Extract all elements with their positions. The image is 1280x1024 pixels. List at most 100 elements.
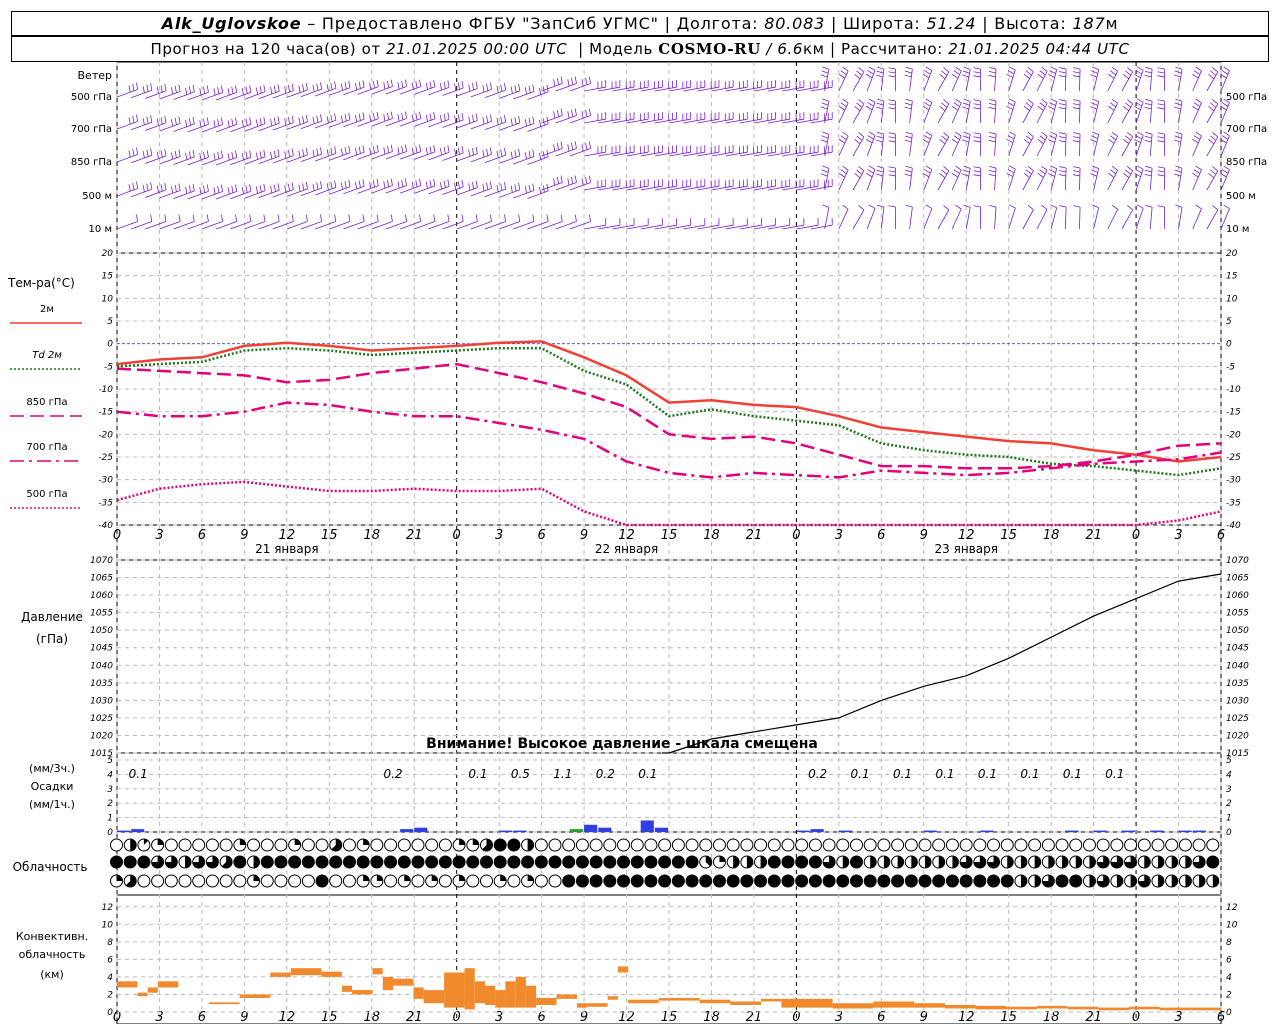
wind-barb-feather: [989, 67, 997, 70]
cloud-cover-symbol: [850, 855, 863, 869]
wind-barb: [173, 214, 195, 230]
conv-cloud-bar: [617, 966, 629, 973]
cloud-fill: [239, 839, 246, 845]
conv-cloud-bar: [239, 994, 271, 998]
cloud-fill: [363, 875, 370, 881]
wind-barb-feather: [973, 103, 981, 106]
wind-barb: [1006, 66, 1016, 92]
wind-barb-feather: [1023, 73, 1030, 79]
conv-cloud-bar: [209, 1002, 240, 1005]
cloud-fill: [549, 856, 562, 868]
wind-barb-feather: [192, 85, 195, 93]
wind-barb: [343, 112, 365, 128]
wind-barb-feather: [164, 214, 167, 222]
wind-barb-feather: [1059, 205, 1067, 208]
wind-barb-feather: [447, 80, 450, 88]
wind-barb-feather: [206, 117, 209, 125]
wind-barb: [357, 79, 379, 95]
wind-barb-feather: [514, 184, 517, 192]
cloud-circle: [301, 874, 315, 888]
cloud-circle: [438, 838, 452, 852]
cloud-cover-symbol: [425, 855, 439, 869]
x-tick-label: 9: [920, 528, 928, 543]
cloud-cover-symbol: [247, 838, 261, 852]
wind-barb-feather: [411, 114, 414, 122]
x-tick-label: 0: [453, 528, 461, 543]
wind-barb-feather: [1073, 67, 1081, 70]
wind-barb-feather: [425, 114, 428, 122]
wind-barb-feather: [510, 185, 513, 193]
cloud-cover-symbol: [589, 874, 603, 888]
wind-barb-feather: [241, 152, 244, 160]
wind-barb-shaft: [484, 89, 506, 99]
wind-barb-shaft: [994, 134, 997, 157]
cloud-fill: [500, 875, 507, 881]
wind-barb-feather: [539, 186, 542, 194]
cloud-cover-symbol: [1069, 838, 1083, 852]
wind-barb-feather: [475, 214, 478, 222]
wind-barb-feather: [355, 114, 358, 122]
conv-tick-label: 2: [1226, 990, 1232, 1000]
cloud-fill: [911, 856, 918, 868]
pressure-tick-label: 1025: [1226, 714, 1249, 724]
wind-barb-feather: [334, 113, 337, 121]
conv-cloud-bar: [945, 1004, 976, 1009]
cloud-cover-symbol: [1110, 855, 1124, 869]
wind-barb: [541, 141, 563, 157]
wind-barb: [569, 76, 591, 92]
precip-total-label: 0.1: [1105, 767, 1124, 781]
wind-barb: [951, 131, 962, 157]
wind-barb-shaft: [1107, 71, 1118, 92]
cloud-fill: [1075, 855, 1082, 868]
cloud-cover-symbol: [342, 874, 356, 888]
wind-barb-shaft: [923, 102, 933, 124]
precip-bar: [838, 830, 852, 832]
wind-barb: [865, 98, 876, 124]
cloud-cover-symbol: [480, 855, 493, 869]
wind-barb-feather: [1109, 135, 1117, 141]
conv-cloud-bar: [587, 1003, 608, 1007]
cloud-circle: [712, 838, 726, 852]
wind-barb-feather: [888, 103, 896, 106]
wind-barb-feather: [312, 116, 315, 124]
wind-barb-feather: [973, 170, 981, 173]
wind-barb-shaft: [343, 151, 365, 161]
wind-barb: [230, 117, 252, 133]
cloud-circle: [178, 838, 192, 852]
wind-barb: [584, 112, 607, 124]
wind-barb-feather: [397, 114, 400, 122]
wind-barb-feather: [415, 80, 418, 89]
wind-barb: [187, 184, 209, 200]
wind-barb-feather: [298, 150, 301, 158]
cloud-cover-symbol: [891, 838, 905, 852]
wind-barb-feather: [1006, 74, 1014, 78]
wind-barb-feather: [277, 183, 280, 191]
cloud-fill: [404, 875, 411, 881]
precip-bar: [980, 830, 994, 832]
wind-barb-feather: [1092, 98, 1099, 102]
cloud-fill: [466, 856, 479, 868]
wind-barb-feather: [939, 173, 946, 179]
wind-barb-shaft: [951, 208, 962, 230]
cloud-circle: [1069, 838, 1083, 852]
wind-barb-feather: [842, 204, 849, 210]
wind-barb-feather: [174, 150, 177, 158]
wind-barb-feather: [504, 115, 507, 123]
wind-barb-feather: [905, 131, 913, 135]
wind-barb-shaft: [145, 122, 167, 131]
cloud-cover-symbol: [247, 855, 261, 869]
wind-barb-feather: [1144, 102, 1152, 106]
wind-barb-shaft: [1008, 134, 1016, 157]
wind-panel-title: Ветер: [78, 69, 112, 82]
cloud-fill: [562, 856, 575, 868]
wind-barb-feather: [1221, 135, 1229, 140]
conv-cloud-bar: [975, 1005, 1007, 1010]
wind-barb-feather: [868, 165, 876, 170]
wind-barb-shaft: [1064, 207, 1067, 230]
wind-barb: [888, 132, 896, 157]
cloud-circle: [219, 874, 233, 888]
cloud-fill: [1171, 874, 1178, 887]
wind-barb-feather: [1091, 135, 1098, 139]
wind-barb-feather: [150, 182, 153, 190]
cloud-cover-symbol: [411, 855, 425, 869]
